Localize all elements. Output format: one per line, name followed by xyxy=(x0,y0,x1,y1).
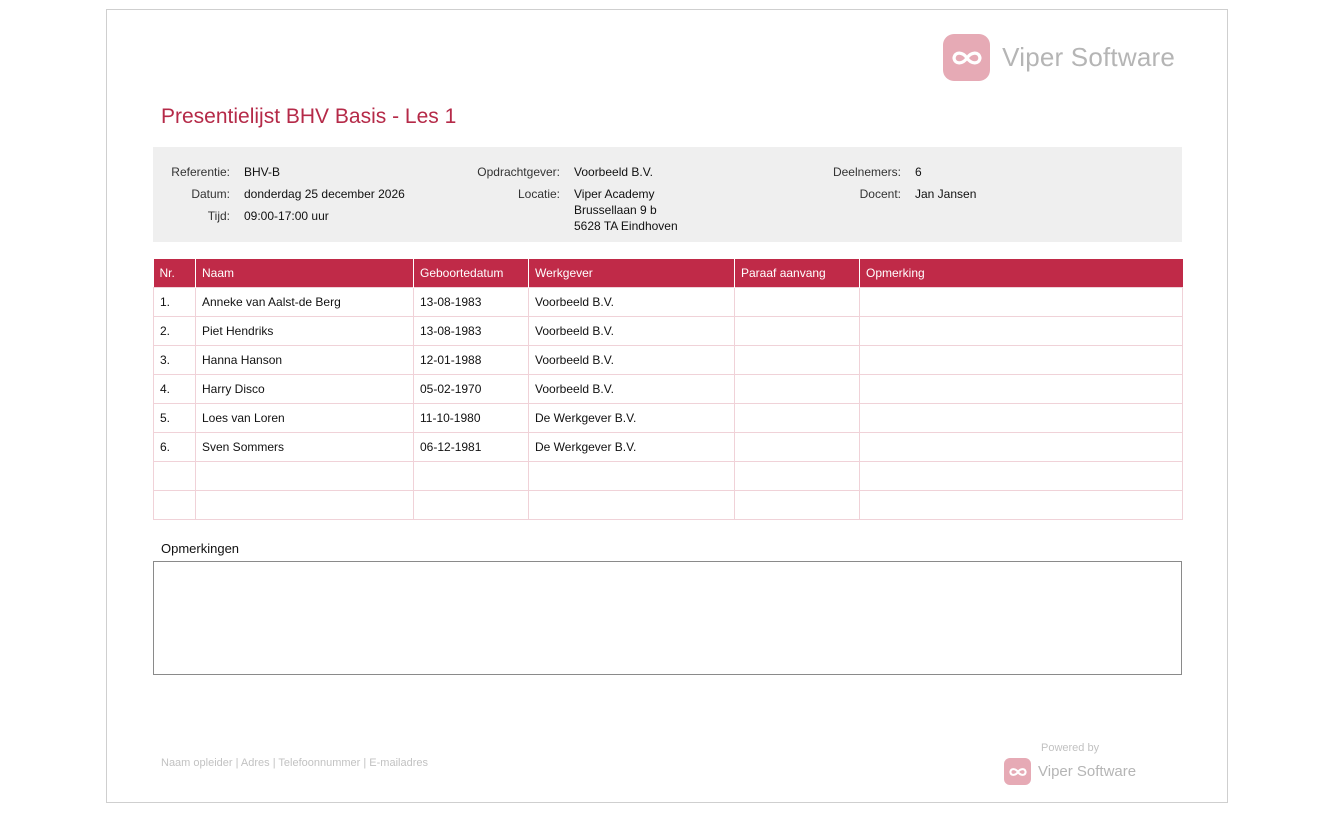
cell-paraaf xyxy=(734,489,860,520)
cell-naam xyxy=(195,489,414,520)
cell-naam: Loes van Loren xyxy=(195,402,414,433)
cell-geboortedatum: 13-08-1983 xyxy=(413,315,529,346)
remarks-box xyxy=(153,561,1182,675)
cell-geboortedatum: 11-10-1980 xyxy=(413,402,529,433)
cell-werkgever: Voorbeeld B.V. xyxy=(528,315,735,346)
footer-contact: Naam opleider | Adres | Telefoonnummer |… xyxy=(161,757,428,769)
opdrachtgever-label: Opdrachtgever: xyxy=(477,165,560,179)
cell-geboortedatum: 06-12-1981 xyxy=(413,431,529,462)
tijd-value: 09:00-17:00 uur xyxy=(244,209,329,223)
cell-geboortedatum: 13-08-1983 xyxy=(413,286,529,317)
table-row: 1. Anneke van Aalst-de Berg 13-08-1983 V… xyxy=(153,286,1183,317)
cell-paraaf xyxy=(734,460,860,491)
cell-naam: Piet Hendriks xyxy=(195,315,414,346)
cell-nr: 2. xyxy=(153,315,196,346)
tijd-label: Tijd: xyxy=(207,209,230,223)
attendance-table: Nr. Naam Geboortedatum Werkgever Paraaf … xyxy=(153,259,1183,520)
cell-paraaf xyxy=(734,315,860,346)
cell-opmerking xyxy=(859,286,1183,317)
powered-by-logo: Viper Software xyxy=(1004,758,1136,785)
cell-nr: 4. xyxy=(153,373,196,404)
remarks-label: Opmerkingen xyxy=(161,541,240,556)
infinity-small-logo-icon xyxy=(1004,758,1031,785)
document-page: Viper Software Presentielijst BHV Basis … xyxy=(106,9,1228,803)
cell-paraaf xyxy=(734,402,860,433)
cell-paraaf xyxy=(734,431,860,462)
table-row: 4. Harry Disco 05-02-1970 Voorbeeld B.V. xyxy=(153,373,1183,404)
cell-geboortedatum: 05-02-1970 xyxy=(413,373,529,404)
cell-geboortedatum xyxy=(413,460,529,491)
cell-naam: Harry Disco xyxy=(195,373,414,404)
cell-werkgever xyxy=(528,460,735,491)
locatie-label: Locatie: xyxy=(517,187,560,201)
datum-value: donderdag 25 december 2026 xyxy=(244,187,405,201)
locatie-line-3: 5628 TA Eindhoven xyxy=(574,219,678,233)
cell-naam xyxy=(195,460,414,491)
cell-nr: 3. xyxy=(153,344,196,375)
docent-label: Docent: xyxy=(859,187,901,201)
brand-name: Viper Software xyxy=(1002,42,1175,72)
cell-geboortedatum: 12-01-1988 xyxy=(413,344,529,375)
powered-by-label: Powered by xyxy=(1041,742,1100,754)
deelnemers-label: Deelnemers: xyxy=(832,165,901,179)
cell-opmerking xyxy=(859,460,1183,491)
col-paraaf-header: Paraaf aanvang xyxy=(734,259,860,287)
cell-nr: 5. xyxy=(153,402,196,433)
locatie-line-1: Viper Academy xyxy=(574,187,655,201)
col-werkgever-header: Werkgever xyxy=(528,259,735,287)
cell-geboortedatum xyxy=(413,489,529,520)
locatie-line-2: Brussellaan 9 b xyxy=(574,203,657,217)
docent-value: Jan Jansen xyxy=(915,187,977,201)
col-naam-header: Naam xyxy=(195,259,414,287)
cell-opmerking xyxy=(859,373,1183,404)
table-row-empty xyxy=(153,489,1183,520)
infinity-logo-icon xyxy=(943,34,991,81)
brand-logo: Viper Software xyxy=(943,34,1175,81)
cell-opmerking xyxy=(859,431,1183,462)
cell-werkgever xyxy=(528,489,735,520)
table-row: 2. Piet Hendriks 13-08-1983 Voorbeeld B.… xyxy=(153,315,1183,346)
cell-opmerking xyxy=(859,315,1183,346)
table-row: 5. Loes van Loren 11-10-1980 De Werkgeve… xyxy=(153,402,1183,433)
cell-nr: 1. xyxy=(153,286,196,317)
cell-opmerking xyxy=(859,344,1183,375)
cell-nr xyxy=(153,460,196,491)
locatie-value: Viper Academy Brussellaan 9 b 5628 TA Ei… xyxy=(574,183,678,234)
cell-werkgever: Voorbeeld B.V. xyxy=(528,373,735,404)
opdrachtgever-value: Voorbeeld B.V. xyxy=(574,165,653,179)
cell-opmerking xyxy=(859,402,1183,433)
table-header-row: Nr. Naam Geboortedatum Werkgever Paraaf … xyxy=(153,259,1183,287)
page-title: Presentielijst BHV Basis - Les 1 xyxy=(161,105,457,128)
referentie-label: Referentie: xyxy=(171,165,230,179)
referentie-value: BHV-B xyxy=(244,165,281,179)
table-row: 6. Sven Sommers 06-12-1981 De Werkgever … xyxy=(153,431,1183,462)
powered-by-brand: Viper Software xyxy=(1038,763,1137,780)
cell-naam: Anneke van Aalst-de Berg xyxy=(195,286,414,317)
powered-by-block: Powered by Viper Software xyxy=(1004,742,1136,785)
deelnemers-value: 6 xyxy=(915,165,922,179)
cell-paraaf xyxy=(734,286,860,317)
cell-werkgever: De Werkgever B.V. xyxy=(528,431,735,462)
cell-naam: Sven Sommers xyxy=(195,431,414,462)
cell-werkgever: Voorbeeld B.V. xyxy=(528,286,735,317)
col-geboortedatum-header: Geboortedatum xyxy=(413,259,529,287)
cell-opmerking xyxy=(859,489,1183,520)
col-nr-header: Nr. xyxy=(153,259,196,287)
cell-nr xyxy=(153,489,196,520)
col-opmerking-header: Opmerking xyxy=(859,259,1183,287)
course-info-panel: Referentie: BHV-B Datum: donderdag 25 de… xyxy=(153,147,1182,242)
datum-label: Datum: xyxy=(191,187,230,201)
cell-naam: Hanna Hanson xyxy=(195,344,414,375)
table-row-empty xyxy=(153,460,1183,491)
cell-werkgever: De Werkgever B.V. xyxy=(528,402,735,433)
cell-paraaf xyxy=(734,373,860,404)
cell-werkgever: Voorbeeld B.V. xyxy=(528,344,735,375)
cell-paraaf xyxy=(734,344,860,375)
cell-nr: 6. xyxy=(153,431,196,462)
table-row: 3. Hanna Hanson 12-01-1988 Voorbeeld B.V… xyxy=(153,344,1183,375)
